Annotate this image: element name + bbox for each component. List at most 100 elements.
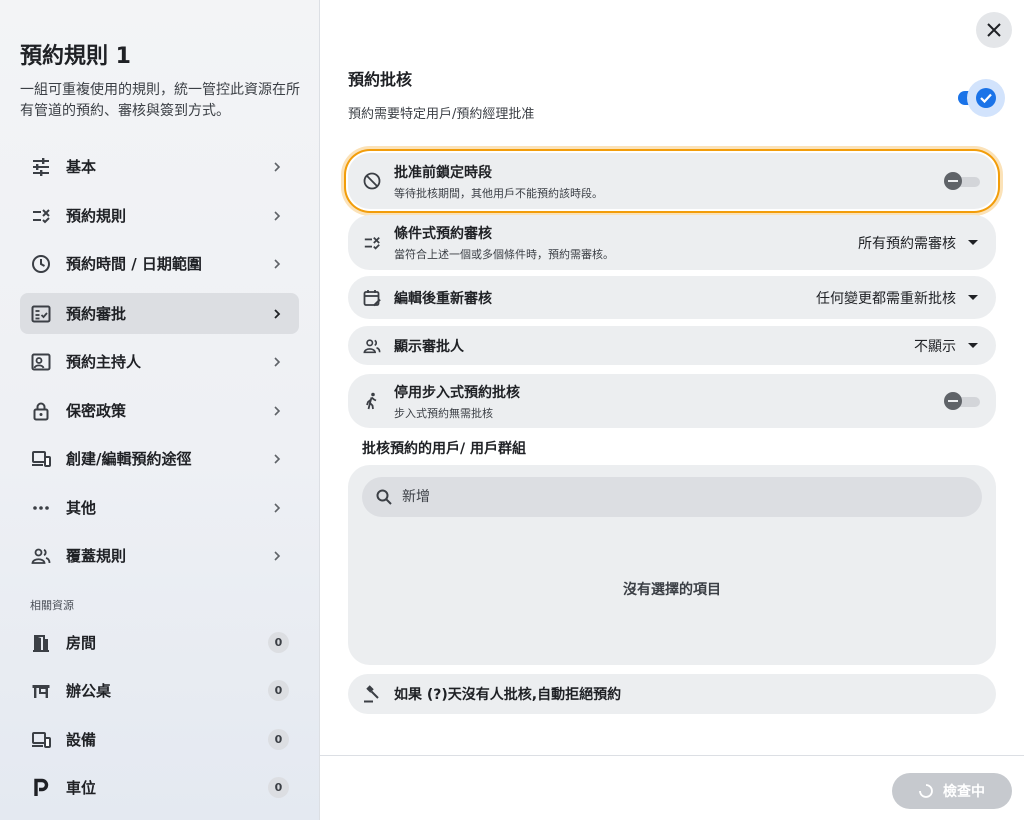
row-subtitle: 等待批核期間，其他用戶不能預約該時段。 xyxy=(394,186,603,200)
reapprove-select[interactable]: 任何變更都需重新批核 xyxy=(816,288,978,308)
close-icon xyxy=(986,22,1002,38)
disable-walkin-approval-row: 停用步入式預約批核 步入式預約無需批核 xyxy=(348,374,996,428)
chevron-right-icon xyxy=(267,546,287,566)
row-title: 編輯後重新審核 xyxy=(394,290,492,307)
auto-reject-row[interactable]: 如果 (?)天沒有人批核,自動拒絕預約 xyxy=(348,674,996,714)
lock-slot-before-approval-row: 批准前鎖定時段 等待批核期間，其他用戶不能預約該時段。 xyxy=(348,153,996,209)
sidebar-item-booking-approval[interactable]: 預約審批 xyxy=(20,293,299,334)
spinner-icon xyxy=(919,784,933,798)
booking-approval-toggle[interactable] xyxy=(956,78,1008,118)
fact-check-icon xyxy=(30,303,52,325)
sidebar-item-label: 預約時間 / 日期範圍 xyxy=(66,255,202,273)
sidebar-item-label: 基本 xyxy=(66,158,97,176)
chevron-right-icon xyxy=(267,254,287,274)
rule-title: 預約規則 1 xyxy=(20,44,131,69)
close-button[interactable] xyxy=(976,12,1012,48)
sidebar-item-other[interactable]: 其他 xyxy=(20,487,299,528)
resource-count-badge: 0 xyxy=(268,777,289,798)
caret-down-icon xyxy=(968,240,978,245)
booking-rule-dialog: 預約規則 1 一組可重複使用的規則，統一管控此資源在所有管道的預約、審核與簽到方… xyxy=(0,0,1024,820)
devices-icon xyxy=(30,448,52,470)
sidebar-item-label: 覆蓋規則 xyxy=(66,547,127,565)
caret-down-icon xyxy=(968,343,978,348)
resource-label: 辦公桌 xyxy=(66,682,112,700)
approver-search[interactable] xyxy=(362,477,982,517)
sidebar-item-label: 其他 xyxy=(66,499,97,517)
row-subtitle: 步入式預約無需批核 xyxy=(394,406,493,420)
resource-item-equipment[interactable]: 設備 0 xyxy=(20,719,299,760)
approvers-box: 沒有選擇的項目 xyxy=(348,465,996,665)
door-icon xyxy=(30,632,52,654)
chevron-right-icon xyxy=(267,352,287,372)
parking-icon xyxy=(30,777,52,799)
checking-label: 檢查中 xyxy=(943,784,985,800)
resource-count-badge: 0 xyxy=(268,680,289,701)
section-title: 預約批核 xyxy=(348,70,413,89)
conditional-approval-row: 條件式預約審核 當符合上述一個或多個條件時，預約需審核。 所有預約需審核 xyxy=(348,215,996,270)
sidebar-item-override-rules[interactable]: 覆蓋規則 xyxy=(20,535,299,576)
sidebar-item-booking-time[interactable]: 預約時間 / 日期範圍 xyxy=(20,243,299,284)
row-title: 顯示審批人 xyxy=(394,338,464,355)
rule-description: 一組可重複使用的規則，統一管控此資源在所有管道的預約、審核與簽到方式。 xyxy=(20,82,300,119)
chevron-right-icon xyxy=(267,304,287,324)
resource-label: 車位 xyxy=(66,779,97,797)
gavel-icon xyxy=(362,684,382,704)
show-approver-select[interactable]: 不顯示 xyxy=(914,336,978,356)
resource-label: 設備 xyxy=(66,731,97,749)
sidebar-item-privacy[interactable]: 保密政策 xyxy=(20,390,299,431)
row-subtitle: 當符合上述一個或多個條件時，預約需審核。 xyxy=(394,248,614,261)
sidebar-item-booking-channels[interactable]: 創建/編輯預約途徑 xyxy=(20,438,299,479)
checking-button[interactable]: 檢查中 xyxy=(892,773,1012,809)
sidebar-item-label: 預約主持人 xyxy=(66,353,142,371)
desk-icon xyxy=(30,680,52,702)
row-title: 批准前鎖定時段 xyxy=(394,164,492,181)
show-approver-row: 顯示審批人 不顯示 xyxy=(348,326,996,365)
chevron-right-icon xyxy=(267,449,287,469)
select-value: 任何變更都需重新批核 xyxy=(816,290,956,307)
calendar-edit-icon xyxy=(362,288,382,308)
conditional-approval-select[interactable]: 所有預約需審核 xyxy=(858,233,978,253)
resource-item-parking[interactable]: 車位 0 xyxy=(20,767,299,808)
resource-count-badge: 0 xyxy=(268,632,289,653)
clock-icon xyxy=(30,253,52,275)
caret-down-icon xyxy=(968,295,978,300)
sidebar-item-booking-rules[interactable]: 預約規則 xyxy=(20,195,299,236)
resource-item-rooms[interactable]: 房間 0 xyxy=(20,622,299,663)
group-icon xyxy=(30,545,52,567)
chevron-right-icon xyxy=(267,157,287,177)
search-input[interactable] xyxy=(402,489,962,505)
select-value: 所有預約需審核 xyxy=(858,235,956,252)
resource-count-badge: 0 xyxy=(268,729,289,750)
devices-icon xyxy=(30,729,52,751)
chevron-right-icon xyxy=(267,401,287,421)
row-title: 停用步入式預約批核 xyxy=(394,384,520,401)
chevron-right-icon xyxy=(267,206,287,226)
rule-icon xyxy=(362,233,382,253)
search-icon xyxy=(376,488,394,506)
group-icon xyxy=(362,336,382,356)
resource-label: 房間 xyxy=(66,634,97,652)
resource-item-desks[interactable]: 辦公桌 0 xyxy=(20,670,299,711)
row-title: 條件式預約審核 xyxy=(394,226,492,242)
footer: 檢查中 xyxy=(320,755,1024,820)
select-value: 不顯示 xyxy=(914,338,956,355)
sidebar-item-basic[interactable]: 基本 xyxy=(20,146,299,187)
sidebar-item-label: 預約規則 xyxy=(66,207,127,225)
main-panel: 預約批核 預約需要特定用戶/預約經理批准 批准前鎖定時段 等待批核期間，其他用戶… xyxy=(320,0,1024,820)
host-card-icon xyxy=(30,351,52,373)
rule-icon xyxy=(30,205,52,227)
chevron-right-icon xyxy=(267,498,287,518)
sidebar-item-booking-host[interactable]: 預約主持人 xyxy=(20,341,299,382)
section-description: 預約需要特定用戶/預約經理批准 xyxy=(348,107,535,122)
approvers-label: 批核預約的用戶/ 用戶群組 xyxy=(362,441,526,457)
sidebar-item-label: 創建/編輯預約途徑 xyxy=(66,450,192,468)
walk-icon xyxy=(362,391,382,411)
sidebar-item-label: 預約審批 xyxy=(66,305,127,323)
block-icon xyxy=(362,171,382,191)
lock-slot-toggle[interactable] xyxy=(944,170,982,192)
lock-icon xyxy=(30,400,52,422)
row-title: 如果 (?)天沒有人批核,自動拒絕預約 xyxy=(394,687,622,703)
sidebar: 預約規則 1 一組可重複使用的規則，統一管控此資源在所有管道的預約、審核與簽到方… xyxy=(0,0,320,820)
sidebar-item-label: 保密政策 xyxy=(66,402,127,420)
walkin-approval-toggle[interactable] xyxy=(944,390,982,412)
